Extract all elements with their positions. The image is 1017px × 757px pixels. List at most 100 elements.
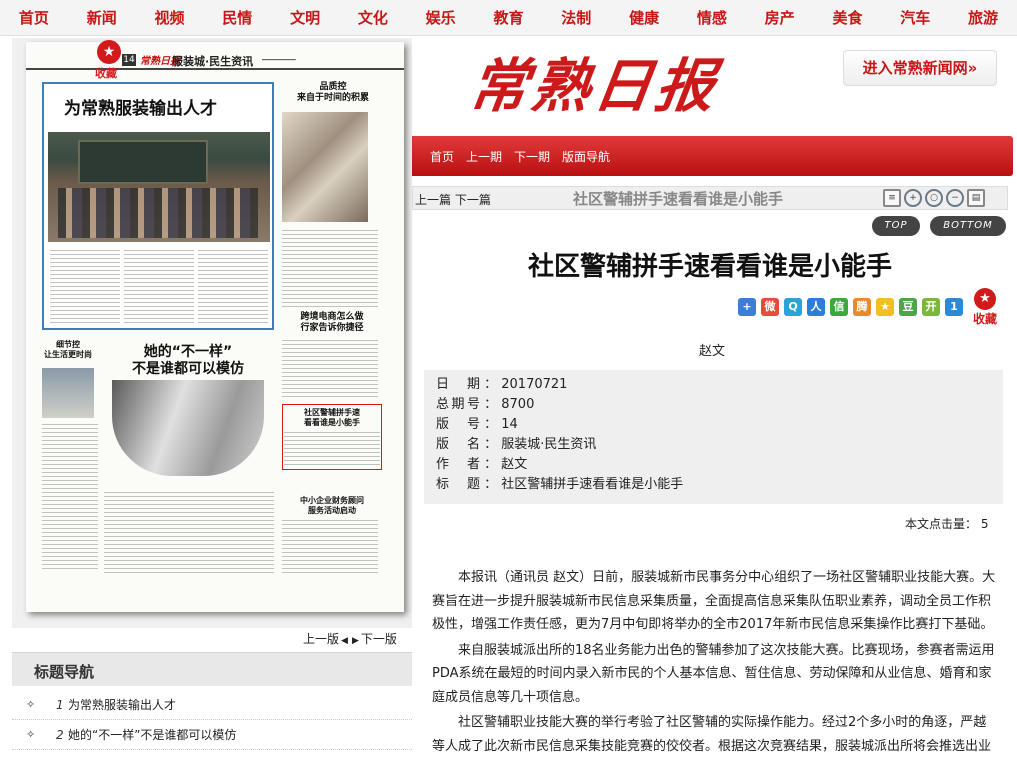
zoom-reset-icon[interactable]: ○ <box>925 189 943 207</box>
meta-row-title: 标题 ： 社区警辅拼手速看看谁是小能手 <box>436 477 684 492</box>
fashion-photo-small <box>42 368 94 418</box>
page-number: 14 <box>122 54 136 66</box>
article-title: 社区警辅拼手速看看谁是小能手 <box>527 252 892 282</box>
logo-area: 常熟日报 <box>410 46 740 136</box>
favorite-label: 收藏 <box>95 67 117 80</box>
top-nav-item[interactable]: 民情 <box>203 0 271 36</box>
text-column <box>284 430 380 468</box>
top-nav-item[interactable]: 文化 <box>339 0 407 36</box>
next-page-link[interactable]: 下一版 <box>361 632 397 646</box>
wechat-icon[interactable]: 信 <box>830 298 848 316</box>
ecommerce-headline[interactable]: 跨境电商怎么做 行家告诉你捷径 <box>288 312 376 334</box>
favorite-badge[interactable]: ★ 收藏 <box>95 40 123 80</box>
students <box>58 188 258 238</box>
top-nav-item[interactable]: 健康 <box>610 0 678 36</box>
text-column <box>124 248 194 326</box>
highlight-headline: 社区警辅拼手速 看看谁是小能手 <box>304 408 360 427</box>
top-nav-item[interactable]: 新闻 <box>68 0 136 36</box>
text-column <box>282 338 378 400</box>
title-nav-title[interactable]: 她的“不一样”不是谁都可以模仿 <box>68 720 236 750</box>
top-nav-item[interactable]: 娱乐 <box>407 0 475 36</box>
meta-row-page-no: 版号 ： 14 <box>436 417 518 432</box>
text-column <box>282 228 378 308</box>
title-nav-item[interactable]: ✧ 2 她的“不一样”不是谁都可以模仿 <box>12 720 412 750</box>
list-icon[interactable]: ≡ <box>883 189 901 207</box>
sub-nav: 首页 上一期 下一期 版面导航 <box>430 148 610 165</box>
zoom-out-icon[interactable]: − <box>946 189 964 207</box>
hit-count-value: 5 <box>980 517 989 531</box>
title-nav-number: 2 <box>56 728 64 742</box>
sub-nav-item[interactable]: 版面导航 <box>562 148 610 165</box>
zoom-in-icon[interactable]: + <box>904 189 922 207</box>
meta-row-date: 日期 ： 20170721 <box>436 377 568 392</box>
boutique-photo <box>112 380 264 476</box>
go-to-bottom-button[interactable]: BOTTOM <box>930 216 1006 236</box>
newspaper-logo[interactable]: 常熟日报 <box>464 46 723 126</box>
sub-nav-item[interactable]: 首页 <box>430 148 454 165</box>
arrow-left-icon[interactable]: ◀ <box>341 636 348 646</box>
renren-icon[interactable]: 人 <box>807 298 825 316</box>
top-nav-item[interactable]: 情感 <box>678 0 746 36</box>
hit-count: 本文点击量： 5 <box>905 515 988 532</box>
title-nav-header: 标题导航 <box>12 652 412 686</box>
article-author: 赵文 <box>698 344 725 359</box>
bullet-icon: ✧ <box>26 698 36 711</box>
arrow-right-icon[interactable]: ▶ <box>352 636 359 646</box>
sub-nav-item[interactable]: 上一期 <box>466 148 502 165</box>
text-column <box>42 422 98 572</box>
top-nav-item[interactable]: 汽车 <box>881 0 949 36</box>
clothing-store-photo <box>282 112 368 222</box>
favorite-label: 收藏 <box>972 312 997 326</box>
tqq-icon[interactable]: 腾 <box>853 298 871 316</box>
weibo-icon[interactable]: 微 <box>761 298 779 316</box>
meta-row-issue: 总期号 ： 8700 <box>436 397 535 412</box>
back-to-top-button[interactable]: TOP <box>872 216 920 236</box>
bullet-icon: ✧ <box>26 728 36 741</box>
top-nav-item[interactable]: 文明 <box>271 0 339 36</box>
detail-headline[interactable]: 细节控 让生活更时尚 <box>38 340 98 360</box>
favorite-star-icon[interactable]: ★ <box>876 298 894 316</box>
top-nav-item[interactable]: 法制 <box>542 0 610 36</box>
lead-story-area[interactable]: 为常熟服装输出人才 <box>42 82 274 330</box>
title-nav-title[interactable]: 为常熟服装输出人才 <box>68 690 176 720</box>
lead-headline: 为常熟服装输出人才 <box>64 99 217 119</box>
douban-icon[interactable]: 豆 <box>899 298 917 316</box>
sub-nav-item[interactable]: 下一期 <box>514 148 550 165</box>
qzone-icon[interactable]: Q <box>784 298 802 316</box>
text-column <box>104 490 274 574</box>
article-paragraph: 本报讯（通讯员 赵文）日前，服装城新市民事务分中心组织了一场社区警辅职业技能大赛… <box>432 570 996 632</box>
share-more-icon[interactable]: + <box>738 298 756 316</box>
prev-next-article-links[interactable]: 上一篇 下一篇 <box>415 191 491 208</box>
enter-news-site-button[interactable]: 进入常熟新闻网» <box>843 50 997 86</box>
kaixin-icon[interactable]: 开 <box>922 298 940 316</box>
text-column <box>282 518 378 574</box>
center-headline[interactable]: 她的“不一样” 不是谁都可以模仿 <box>112 344 264 378</box>
top-nav: 首页 新闻 视频 民情 文明 文化 娱乐 教育 法制 健康 情感 房产 美食 汽车 旅游 <box>0 0 1017 36</box>
top-nav-item[interactable]: 首页 <box>0 0 68 36</box>
top-nav-item[interactable]: 旅游 <box>949 0 1017 36</box>
share-icons: + 微 Q 人 信 腾 ★ 豆 开 1 <box>738 298 963 316</box>
hit-count-label: 本文点击量： <box>905 517 978 531</box>
finance-headline[interactable]: 中小企业财务顾问 服务活动启动 <box>286 496 378 516</box>
star-icon: ★ <box>97 40 121 64</box>
article-paragraph: 社区警辅职业技能大赛的举行考验了社区警辅的实际操作能力。经过2个多小时的角逐，严… <box>432 715 992 754</box>
toolbar-article-title: 社区警辅拼手速看看谁是小能手 <box>573 190 784 208</box>
quality-headline[interactable]: 品质控 来自于时间的积累 <box>290 82 376 104</box>
top-nav-item[interactable]: 视频 <box>136 0 204 36</box>
share-count-icon[interactable]: 1 <box>945 298 963 316</box>
title-nav-item[interactable]: ✧ 1 为常熟服装输出人才 <box>12 690 412 720</box>
article-toolbar: 上一篇 下一篇 社区警辅拼手速看看谁是小能手 ≡ + ○ − ▤ <box>412 186 1008 210</box>
article-favorite[interactable]: ★ 收藏 <box>970 288 1000 327</box>
page-nav: 上一版 ◀ ▶ 下一版 <box>303 630 397 647</box>
page-section-name: 服装城·民生资讯 <box>172 55 254 68</box>
prev-page-link[interactable]: 上一版 <box>303 632 339 646</box>
print-icon[interactable]: ▤ <box>967 189 985 207</box>
top-nav-item[interactable]: 美食 <box>814 0 882 36</box>
meta-row-page-name: 版名 ： 服装城·民生资讯 <box>436 437 597 452</box>
top-nav-item[interactable]: 房产 <box>746 0 814 36</box>
text-column <box>198 248 268 326</box>
view-tools: ≡ + ○ − ▤ <box>883 189 985 207</box>
top-nav-item[interactable]: 教育 <box>475 0 543 36</box>
meta-row-author: 作者 ： 赵文 <box>436 457 528 472</box>
title-nav-heading: 标题导航 <box>34 663 95 681</box>
